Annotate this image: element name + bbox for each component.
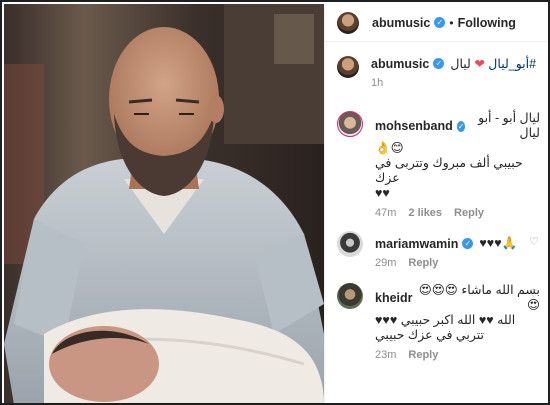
caption-author-username[interactable]: abumusic [371,57,429,71]
commenter-username[interactable]: mariamwamin [375,237,458,251]
post-photo [4,4,324,403]
comment-meta: 47m 2 likes Reply [375,207,540,219]
comment-list: abumusic ✓ #أبو_ليال ❤ ليال 1h mohsenban… [325,56,548,361]
comment-body: mariamwamin ✓ ♥♥♥🙏 29m Reply [375,231,540,269]
caption-body: abumusic ✓ #أبو_ليال ❤ ليال 1h [371,56,540,90]
verified-badge-icon: ✓ [462,238,474,249]
comment-item: kheidr بسم الله ماشاء 😍😍😍😍 الله ♥♥ الله … [337,283,540,361]
post-header: abumusic ✓ • Following [325,4,548,42]
caption-author-avatar[interactable] [337,56,359,78]
commenter-avatar[interactable] [337,283,363,309]
commenter-avatar[interactable] [337,111,363,137]
comment-meta: 29m Reply [375,257,540,269]
verified-badge-icon: ✓ [433,58,445,69]
comment-head: mariamwamin ✓ ♥♥♥🙏 [375,236,540,251]
comment-head: kheidr بسم الله ماشاء 😍😍😍😍 [375,283,540,313]
comment-item: mariamwamin ✓ ♥♥♥🙏 29m Reply ♡ [337,231,540,269]
comment-text-line: ♥♥ [375,186,390,200]
caption-heart-icon: ❤ [474,57,485,71]
post-caption: abumusic ✓ #أبو_ليال ❤ ليال 1h [337,56,540,89]
comments-panel: abumusic ✓ • Following abumusic ✓ #أبو_ل… [324,4,548,403]
verified-badge-icon: ✓ [434,17,446,28]
commenter-username[interactable]: mohsenband [375,119,453,133]
heart-outline-icon[interactable]: ♡ [529,237,540,248]
caption-hashtag[interactable]: #أبو_ليال [488,57,536,71]
author-avatar[interactable] [337,11,359,34]
reply-button[interactable]: Reply [408,349,438,361]
comment-text-line: بسم الله ماشاء 😍😍😍😍 [418,283,540,312]
commenter-avatar[interactable] [337,231,363,257]
caption-plain-text: ليال [450,57,471,71]
comment-head: mohsenband ✓ ليال أبو - أبو ليال [375,111,540,141]
comment-item: mohsenband ✓ ليال أبو - أبو ليال 👌😊 حبيب… [337,111,540,219]
comment-text-line: 👌😊 [375,141,404,155]
reply-button[interactable]: Reply [454,207,484,219]
post-modal: abumusic ✓ • Following abumusic ✓ #أبو_ل… [0,0,550,405]
comment-text-line: تتربي في عزك حبيبي [375,328,484,342]
verified-badge-icon: ✓ [456,120,466,132]
comment-text-line: الله ♥♥ الله اكبر حبيبي ♥♥♥ [375,313,516,327]
separator-dot: • [449,15,454,30]
caption-meta: 1h [371,77,540,89]
heart-outline-icon[interactable]: ♡ [529,117,540,128]
comment-timestamp[interactable]: 29m [375,257,396,269]
caption-line: abumusic ✓ #أبو_ليال ❤ ليال [371,56,540,72]
header-name-group: abumusic ✓ • Following [372,16,516,30]
comment-text: ♥♥♥🙏 [479,236,518,250]
author-username[interactable]: abumusic [372,16,430,30]
comment-meta: 23m Reply [375,349,540,361]
comment-timestamp[interactable]: 23m [375,349,396,361]
heart-outline-icon[interactable]: ♡ [529,289,540,300]
comment-body: mohsenband ✓ ليال أبو - أبو ليال 👌😊 حبيب… [375,111,540,219]
caption-text: #أبو_ليال ❤ ليال [450,56,536,71]
commenter-username[interactable]: kheidr [375,291,413,305]
comment-timestamp[interactable]: 47m [375,207,396,219]
comment-body: kheidr بسم الله ماشاء 😍😍😍😍 الله ♥♥ الله … [375,283,540,361]
caption-timestamp[interactable]: 1h [371,77,383,89]
reply-button[interactable]: Reply [408,257,438,269]
following-button[interactable]: Following [458,16,516,30]
comment-likes-count[interactable]: 2 likes [408,207,442,219]
comment-text-line: حبيبي ألف مبروك وتتربى في عزك [375,156,523,185]
